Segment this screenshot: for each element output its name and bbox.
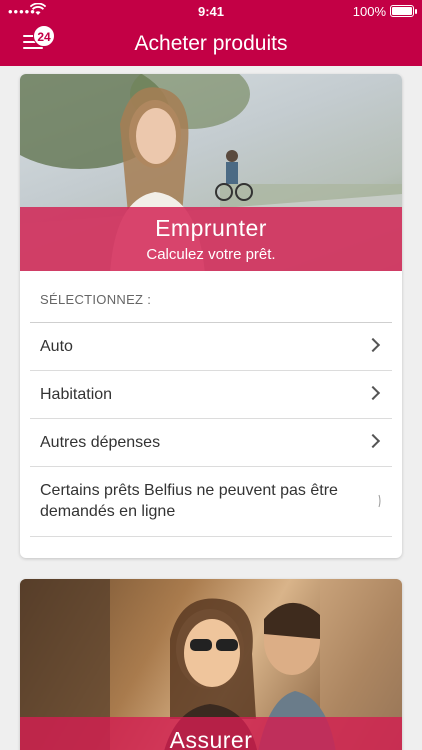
app-header: ••••• 9:41 100% 24 Acheter produits <box>0 0 422 66</box>
loan-type-list: Auto Habitation Autres dépenses Certains… <box>30 322 392 537</box>
emprunter-hero[interactable]: Emprunter Calculez votre prêt. <box>20 74 402 271</box>
battery-icon <box>390 5 417 17</box>
online-note-text: Certains prêts Belfius ne peuvent pas êt… <box>40 482 338 520</box>
list-item-label: Autres dépenses <box>40 434 161 451</box>
list-item-autres-depenses[interactable]: Autres dépenses <box>30 419 392 467</box>
assurer-banner: Assurer <box>20 717 402 750</box>
assurer-title: Assurer <box>169 727 253 750</box>
emprunter-card: Emprunter Calculez votre prêt. SÉLECTION… <box>20 74 402 558</box>
list-item-auto[interactable]: Auto <box>30 323 392 371</box>
page-title: Acheter produits <box>134 32 288 55</box>
list-item-habitation[interactable]: Habitation <box>30 371 392 419</box>
assurer-hero[interactable]: Assurer <box>20 579 402 750</box>
chevron-right-icon <box>365 337 381 353</box>
external-link-icon <box>378 494 381 508</box>
chevron-right-icon <box>365 433 381 449</box>
emprunter-subtitle: Calculez votre prêt. <box>146 246 276 263</box>
emprunter-banner: Emprunter Calculez votre prêt. <box>20 207 402 271</box>
assurer-card: Assurer <box>20 579 402 750</box>
emprunter-title: Emprunter <box>155 215 267 241</box>
chevron-right-icon <box>365 385 381 401</box>
list-item-label: Habitation <box>40 386 113 403</box>
list-item-online-note[interactable]: Certains prêts Belfius ne peuvent pas êt… <box>30 467 392 537</box>
section-label: SÉLECTIONNEZ : <box>40 292 152 307</box>
status-bar: ••••• 9:41 100% <box>0 0 422 22</box>
list-item-label: Auto <box>40 338 73 355</box>
battery-percentage: 100% <box>352 4 386 19</box>
